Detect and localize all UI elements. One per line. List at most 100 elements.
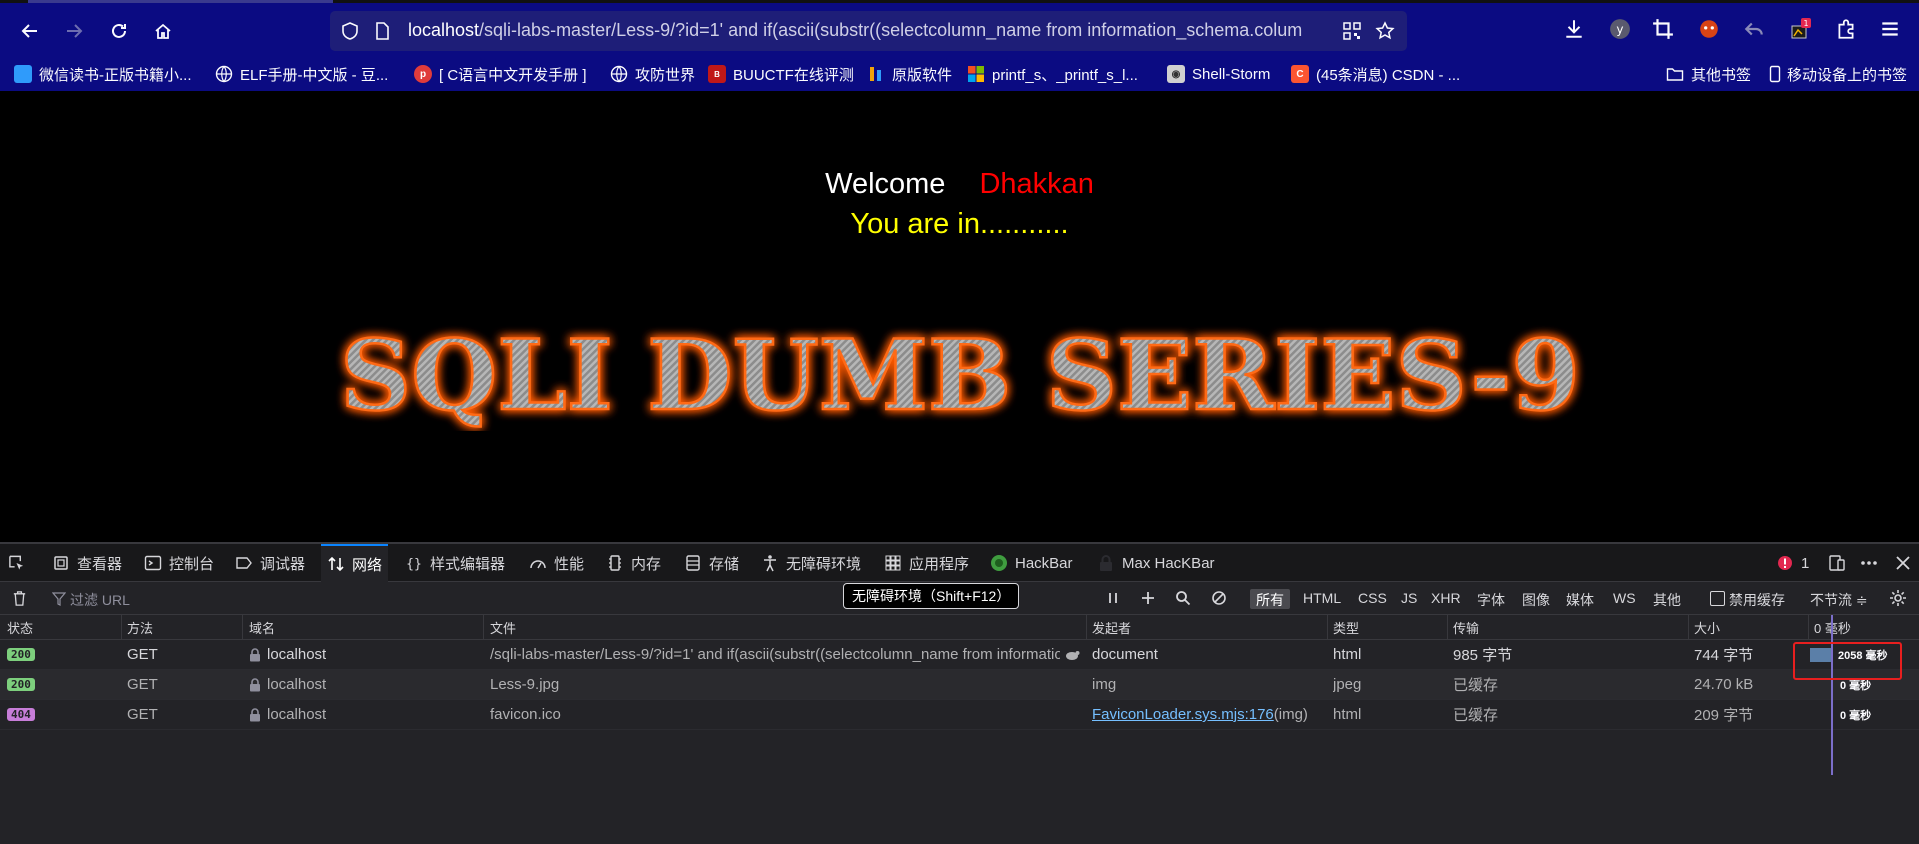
bookmark-label: BUUCTF在线评测 xyxy=(733,66,854,84)
column-initiator[interactable]: 发起者 xyxy=(1092,615,1131,639)
devtools-options-button[interactable] xyxy=(1860,544,1885,582)
slow-request-icon xyxy=(1066,651,1080,660)
forward-button[interactable] xyxy=(57,14,91,48)
application-icon xyxy=(885,555,901,571)
filter-css[interactable]: CSS xyxy=(1352,589,1393,609)
bookmark-msdn[interactable]: 原版软件 xyxy=(867,63,952,85)
bookmark-buuctf[interactable]: B BUUCTF在线评测 xyxy=(708,63,854,85)
mobile-bookmarks-folder[interactable]: 移动设备上的书签 xyxy=(1766,63,1907,85)
url-path: /sqli-labs-master/Less-9/?id=1' and if(a… xyxy=(479,20,1303,40)
filter-js[interactable]: JS xyxy=(1395,589,1423,609)
filter-media[interactable]: 媒体 xyxy=(1560,589,1600,609)
initiator-link[interactable]: FaviconLoader.sys.mjs:176 xyxy=(1092,706,1274,723)
filter-images[interactable]: 图像 xyxy=(1516,589,1556,609)
bookmark-label: 攻防世界 xyxy=(635,66,696,84)
bookmark-shell-storm[interactable]: ◉ Shell-Storm xyxy=(1167,63,1270,85)
tab-max-hackbar[interactable]: Max HacKBar xyxy=(1097,544,1215,582)
filter-xhr[interactable]: XHR xyxy=(1425,589,1467,609)
bookmark-label: 原版软件 xyxy=(892,66,953,84)
block-icon[interactable] xyxy=(1211,590,1227,606)
file-cell: Less-9.jpg xyxy=(490,676,560,693)
back-button[interactable] xyxy=(13,14,47,48)
bookmark-printf-docs[interactable]: printf_s、_printf_s_l... xyxy=(967,63,1138,85)
yandex-extension-button[interactable]: y xyxy=(1605,14,1635,44)
home-button[interactable] xyxy=(146,14,180,48)
reload-button[interactable] xyxy=(102,14,136,48)
extensions-button[interactable] xyxy=(1831,14,1861,44)
bookmark-adworld[interactable]: 攻防世界 xyxy=(610,63,695,85)
tab-application[interactable]: 应用程序 xyxy=(884,544,969,582)
forward-arrow-icon xyxy=(67,24,83,38)
filter-fonts[interactable]: 字体 xyxy=(1471,589,1511,609)
settings-gear-icon[interactable] xyxy=(1889,589,1907,607)
url-text[interactable]: localhost/sqli-labs-master/Less-9/?id=1'… xyxy=(408,20,1328,42)
column-method[interactable]: 方法 xyxy=(127,615,153,639)
tab-debugger[interactable]: 调试器 xyxy=(235,544,305,582)
tab-console[interactable]: 控制台 xyxy=(144,544,214,582)
trash-icon[interactable] xyxy=(11,590,28,607)
table-row[interactable]: 200 GET localhost Less-9.jpg img jpeg 已缓… xyxy=(0,670,1919,700)
responsive-design-button[interactable] xyxy=(1828,544,1853,582)
bookmark-csdn[interactable]: C (45条消息) CSDN - ... xyxy=(1291,63,1460,85)
undo-extension-button[interactable] xyxy=(1739,14,1769,44)
table-header: 状态 方法 域名 文件 发起者 类型 传输 大小 0 毫秒 xyxy=(0,615,1919,640)
mobile-icon xyxy=(1766,65,1784,83)
table-row[interactable]: 200 GET localhost /sqli-labs-master/Less… xyxy=(0,640,1919,670)
qr-code-icon[interactable] xyxy=(1342,21,1362,41)
filter-html[interactable]: HTML xyxy=(1297,589,1347,609)
column-size[interactable]: 大小 xyxy=(1694,615,1720,639)
tab-storage[interactable]: 存储 xyxy=(684,544,739,582)
php-icon: p xyxy=(414,65,432,83)
downloads-button[interactable] xyxy=(1559,14,1589,44)
type-cell: jpeg xyxy=(1333,676,1362,693)
column-type[interactable]: 类型 xyxy=(1333,615,1359,639)
filter-all[interactable]: 所有 xyxy=(1250,589,1290,609)
tab-style-editor[interactable]: {} 样式编辑器 xyxy=(405,544,505,582)
error-count-badge[interactable]: 1 xyxy=(1776,544,1809,582)
page-info-icon[interactable] xyxy=(372,21,392,41)
tab-hackbar[interactable]: HackBar xyxy=(990,544,1073,582)
column-divider xyxy=(1447,615,1448,639)
lock-icon xyxy=(1100,555,1112,571)
other-bookmarks-folder[interactable]: 其他书签 xyxy=(1666,63,1751,85)
sqli-dumb-series-banner: SQLI DUMB SERIES-9 xyxy=(339,321,1582,431)
active-tab-indicator[interactable] xyxy=(28,0,333,3)
folder-icon xyxy=(1666,65,1684,83)
bookmark-c-manual[interactable]: p [ C语言中文开发手册 ] xyxy=(414,63,587,85)
tab-network[interactable]: 网络 xyxy=(321,544,389,582)
bookmark-weread[interactable]: 微信读书-正版书籍小... xyxy=(14,63,192,85)
devtools-tab-bar: 查看器 控制台 调试器 网络 {} 样式编辑器 性能 内存 存储 无障碍环境 应用… xyxy=(0,544,1919,582)
tracking-shield-icon[interactable] xyxy=(340,21,360,41)
bookmark-star-icon[interactable] xyxy=(1375,21,1395,41)
search-icon[interactable] xyxy=(1175,590,1191,606)
filter-ws[interactable]: WS xyxy=(1607,589,1642,609)
url-bar[interactable]: localhost/sqli-labs-master/Less-9/?id=1'… xyxy=(330,11,1407,51)
add-icon[interactable] xyxy=(1140,590,1156,606)
pause-icon[interactable] xyxy=(1105,590,1121,606)
filter-other[interactable]: 其他 xyxy=(1647,589,1687,609)
table-row[interactable]: 404 GET localhost favicon.ico FaviconLoa… xyxy=(0,700,1919,730)
crop-icon xyxy=(1653,19,1673,39)
column-status[interactable]: 状态 xyxy=(7,615,33,639)
bookmark-elf-manual[interactable]: ELF手册-中文版 - 豆... xyxy=(215,63,388,85)
domain-text: localhost xyxy=(267,706,327,723)
element-picker-button[interactable] xyxy=(8,544,32,582)
initiator-suffix: (img) xyxy=(1273,706,1308,723)
close-devtools-button[interactable] xyxy=(1894,544,1919,582)
user-name: Dhakkan xyxy=(979,168,1094,200)
notification-extension-button[interactable]: 1 xyxy=(1785,14,1815,44)
tab-accessibility[interactable]: 无障碍环境 xyxy=(761,544,861,582)
tab-memory[interactable]: 内存 xyxy=(606,544,661,582)
filter-url-input[interactable]: 过滤 URL xyxy=(70,590,130,610)
tab-performance[interactable]: 性能 xyxy=(529,544,584,582)
crop-extension-button[interactable] xyxy=(1648,14,1678,44)
column-domain[interactable]: 域名 xyxy=(249,615,275,639)
monkey-extension-button[interactable] xyxy=(1694,14,1724,44)
column-file[interactable]: 文件 xyxy=(490,615,516,639)
network-request-table: 状态 方法 域名 文件 发起者 类型 传输 大小 0 毫秒 200 GET lo… xyxy=(0,615,1919,730)
tab-inspector[interactable]: 查看器 xyxy=(52,544,122,582)
bookmark-label: 其他书签 xyxy=(1691,66,1752,84)
app-menu-button[interactable] xyxy=(1875,14,1905,44)
column-transferred[interactable]: 传输 xyxy=(1453,615,1479,639)
throttling-select[interactable]: 不节流 ≑ xyxy=(1804,589,1874,609)
